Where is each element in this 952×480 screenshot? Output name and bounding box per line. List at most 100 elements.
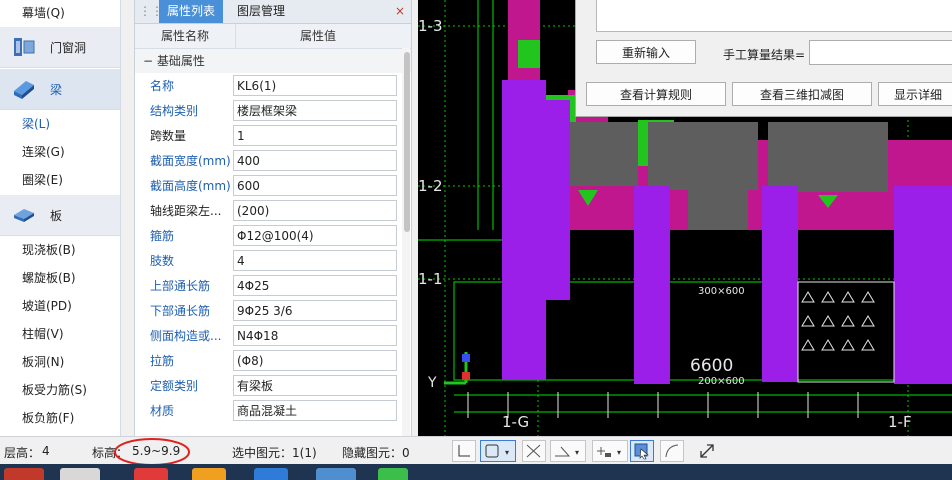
component-nav: 幕墙(Q) 门窗洞 梁 梁(L) 连梁(G) 圈梁(E) 板 现浇板(B) 螺旋… bbox=[0, 0, 121, 436]
axis-label-1-3: 1-3 bbox=[418, 17, 443, 35]
view-3d-button[interactable]: 查看三维扣减图 bbox=[732, 82, 872, 106]
taskbar-app-icon[interactable] bbox=[4, 468, 44, 480]
property-row[interactable]: 上部通长筋 4Φ25 bbox=[135, 273, 411, 298]
nav-item-cast-slab[interactable]: 现浇板(B) bbox=[0, 236, 120, 264]
taskbar-app-icon[interactable] bbox=[192, 468, 226, 480]
nav-item-ramp[interactable]: 坡道(PD) bbox=[0, 292, 120, 320]
property-value-input[interactable]: KL6(1) bbox=[233, 75, 397, 96]
property-row[interactable]: 箍筋 Φ12@100(4) bbox=[135, 223, 411, 248]
select-mode-icon bbox=[634, 443, 649, 460]
property-row[interactable]: 下部通长筋 9Φ25 3/6 bbox=[135, 298, 411, 323]
beam-size-label: 200×600 bbox=[698, 376, 745, 387]
scrollbar-thumb[interactable] bbox=[404, 52, 410, 232]
taskbar-app-icon[interactable] bbox=[134, 468, 168, 480]
nav-group-slab[interactable]: 板 bbox=[0, 194, 120, 236]
property-row[interactable]: 侧面构造或... N4Φ18 bbox=[135, 323, 411, 348]
nav-item-spiral-slab[interactable]: 螺旋板(B) bbox=[0, 264, 120, 292]
property-row[interactable]: 名称 KL6(1) bbox=[135, 73, 411, 98]
manual-result-input[interactable] bbox=[809, 40, 952, 65]
point-snap-icon: ▾ bbox=[597, 447, 621, 457]
orthogonal-button[interactable] bbox=[452, 440, 476, 462]
taskbar-app-icon[interactable] bbox=[254, 468, 288, 480]
property-value-input[interactable]: 4Φ25 bbox=[233, 275, 397, 296]
property-row[interactable]: 定额类别 有梁板 bbox=[135, 373, 411, 398]
nav-item-slab-rebar[interactable]: 板受力筋(S) bbox=[0, 376, 120, 404]
axis-label-1-2: 1-2 bbox=[418, 177, 443, 195]
snap-rect-button[interactable]: ▾ bbox=[480, 440, 516, 462]
tab-property-list[interactable]: 属性列表 bbox=[159, 0, 224, 23]
property-row[interactable]: 结构类别 楼层框架梁 bbox=[135, 98, 411, 123]
property-row[interactable]: 截面高度(mm) 600 bbox=[135, 173, 411, 198]
property-row[interactable]: 材质 商品混凝土 bbox=[135, 398, 411, 423]
property-name: 轴线距梁左... bbox=[150, 204, 222, 218]
property-name: 定额类别 bbox=[150, 379, 199, 393]
expand-icon bbox=[700, 444, 714, 458]
property-value-input[interactable]: (Φ8) bbox=[233, 350, 397, 371]
angle-icon: ▾ bbox=[555, 446, 579, 457]
property-row[interactable]: 肢数 4 bbox=[135, 248, 411, 273]
svg-text:▾: ▾ bbox=[575, 448, 579, 457]
arc-button[interactable] bbox=[660, 440, 684, 462]
show-detail-button[interactable]: 显示详细 bbox=[878, 82, 952, 106]
property-name: 结构类别 bbox=[150, 104, 199, 118]
nav-item-link-beam[interactable]: 连梁(G) bbox=[0, 138, 120, 166]
nav-group-label: 梁 bbox=[50, 82, 63, 97]
nav-item-curtain-wall[interactable]: 幕墙(Q) bbox=[0, 0, 120, 26]
select-mode-button[interactable] bbox=[630, 440, 654, 462]
taskbar-app-icon[interactable] bbox=[60, 468, 100, 480]
property-row[interactable]: 拉筋 (Φ8) bbox=[135, 348, 411, 373]
property-value-input[interactable]: 400 bbox=[233, 150, 397, 171]
property-value-input[interactable]: Φ12@100(4) bbox=[233, 225, 397, 246]
nav-item-slab-neg-rebar[interactable]: 板负筋(F) bbox=[0, 404, 120, 432]
formula-textarea[interactable] bbox=[596, 0, 952, 32]
axis-label-1-g: 1-G bbox=[502, 413, 530, 431]
property-name: 上部通长筋 bbox=[150, 279, 211, 293]
nav-item-beam-l[interactable]: 梁(L) bbox=[0, 110, 120, 138]
reinput-button[interactable]: 重新输入 bbox=[596, 40, 696, 64]
nav-group-door-window[interactable]: 门窗洞 bbox=[0, 26, 120, 68]
property-value-input[interactable]: 600 bbox=[233, 175, 397, 196]
tab-layer-manager[interactable]: 图层管理 bbox=[229, 0, 293, 23]
column-header-value: 属性值 bbox=[299, 29, 336, 43]
taskbar-app-icon[interactable] bbox=[378, 468, 408, 480]
nav-group-label: 门窗洞 bbox=[50, 40, 87, 55]
status-bar: 层高： 4 标高： 5.9~9.9 选中图元：1(1) 隐藏图元：0 ▾ ▾ ▾ bbox=[0, 436, 952, 466]
property-value-input[interactable]: 楼层框架梁 bbox=[233, 100, 397, 121]
property-name: 肢数 bbox=[150, 254, 175, 268]
os-taskbar bbox=[0, 464, 952, 480]
nav-item-ring-beam[interactable]: 圈梁(E) bbox=[0, 166, 120, 194]
property-row[interactable]: 轴线距梁左... (200) bbox=[135, 198, 411, 223]
nav-item-slab-hole[interactable]: 板洞(N) bbox=[0, 348, 120, 376]
property-rows: 名称 KL6(1) 结构类别 楼层框架梁 跨数量 1 截面宽度(mm) 400 截面高度(mm)… bbox=[135, 73, 411, 423]
property-value-input[interactable]: 1 bbox=[233, 125, 397, 146]
property-value-input[interactable]: 4 bbox=[233, 250, 397, 271]
property-value-input[interactable]: 有梁板 bbox=[233, 375, 397, 396]
cross-button[interactable] bbox=[522, 440, 546, 462]
orthogonal-icon bbox=[458, 445, 470, 457]
panel-tabs: ⋮⋮ 属性列表 图层管理 × bbox=[135, 0, 411, 24]
property-value-input[interactable]: (200) bbox=[233, 200, 397, 221]
nav-item-column-cap[interactable]: 柱帽(V) bbox=[0, 320, 120, 348]
nav-group-label: 板 bbox=[50, 208, 63, 223]
view-rules-button[interactable]: 查看计算规则 bbox=[586, 82, 726, 106]
expand-button[interactable] bbox=[698, 442, 716, 460]
svg-text:▾: ▾ bbox=[505, 448, 509, 457]
close-icon[interactable]: × bbox=[395, 3, 405, 19]
taskbar-app-icon[interactable] bbox=[316, 468, 356, 480]
beam-icon bbox=[14, 81, 34, 99]
property-name: 箍筋 bbox=[150, 229, 175, 243]
nav-group-beam[interactable]: 梁 bbox=[0, 68, 120, 110]
property-header: 属性名称 属性值 bbox=[135, 24, 411, 49]
property-value-input[interactable]: 9Φ25 3/6 bbox=[233, 300, 397, 321]
point-snap-button[interactable]: ▾ bbox=[592, 440, 628, 462]
section-basic-props[interactable]: − 基础属性 bbox=[135, 49, 411, 73]
axis-label-1-1: 1-1 bbox=[418, 270, 443, 288]
angle-button[interactable]: ▾ bbox=[550, 440, 586, 462]
property-row[interactable]: 截面宽度(mm) 400 bbox=[135, 148, 411, 173]
property-row[interactable]: 跨数量 1 bbox=[135, 123, 411, 148]
property-value-input[interactable]: N4Φ18 bbox=[233, 325, 397, 346]
property-value-input[interactable]: 商品混凝土 bbox=[233, 400, 397, 421]
manual-result-label: 手工算量结果= bbox=[723, 48, 806, 62]
cross-icon bbox=[526, 444, 541, 458]
drag-handle-icon[interactable]: ⋮⋮ bbox=[139, 3, 163, 19]
